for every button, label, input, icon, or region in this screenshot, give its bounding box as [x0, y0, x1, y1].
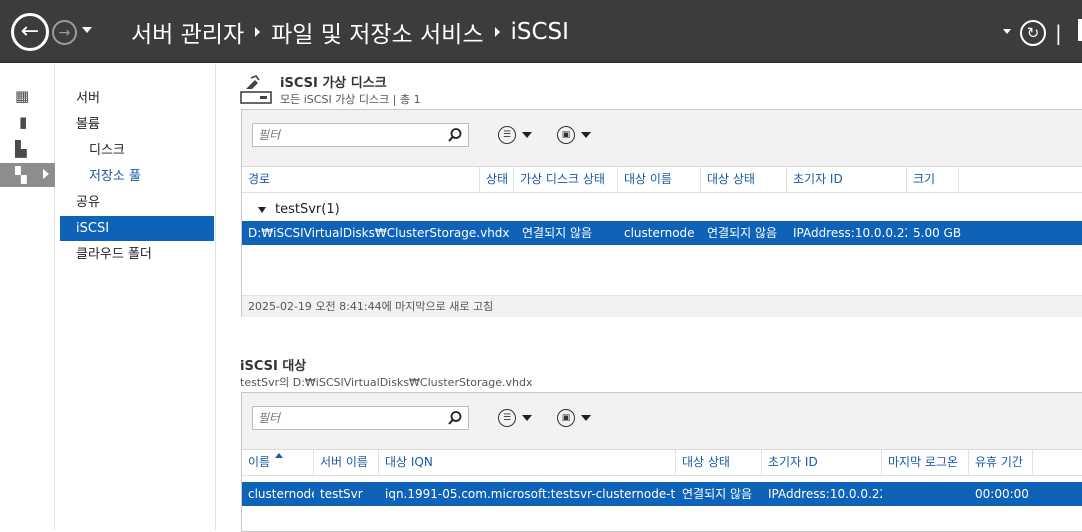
virtual-disks-filter-input[interactable] — [253, 124, 443, 146]
targets-save-button[interactable]: ▣ — [557, 406, 601, 430]
search-icon[interactable] — [447, 410, 463, 426]
title-bar: ← → 서버 관리자 파일 및 저장소 서비스 iSCSI ↻ | — [0, 0, 1082, 63]
column-target-iqn[interactable]: 대상 IQN — [379, 450, 676, 476]
column-idle-duration[interactable]: 유휴 기간 — [969, 450, 1033, 476]
breadcrumb-dropdown-icon[interactable] — [1003, 29, 1011, 34]
column-last-logon[interactable]: 마지막 로그온 — [882, 450, 969, 476]
breadcrumb-separator-icon — [255, 27, 261, 37]
group-header-testsvr[interactable]: testSvr(1) — [242, 199, 340, 221]
save-query-icon: ▣ — [557, 409, 575, 427]
refresh-timestamp: 2025-02-19 오전 8:41:44에 마지막으로 새로 고침 — [242, 295, 1082, 317]
targets-title: iSCSI 대상 — [240, 359, 307, 374]
virtual-disks-subtitle: 모든 iSCSI 가상 디스크 | 총 1 — [280, 93, 421, 106]
targets-subtitle: testSvr의 D:₩iSCSIVirtualDisks₩ClusterSto… — [240, 376, 533, 389]
nav-item-disks[interactable]: 디스크 — [60, 138, 214, 163]
dropdown-arrow-icon — [522, 132, 532, 138]
main-content: iSCSI 가상 디스크 모든 iSCSI 가상 디스크 | 총 1 ☰ ▣ 경… — [217, 64, 1082, 532]
search-icon[interactable] — [447, 127, 463, 143]
forward-button[interactable]: → — [52, 20, 77, 45]
refresh-icon: ↻ — [1026, 24, 1040, 42]
virtual-disks-header: 경로 상태 가상 디스크 상태 대상 이름 대상 상태 초기자 ID 크기 — [242, 167, 1082, 193]
sort-ascending-icon — [275, 453, 283, 458]
list-options-icon: ☰ — [498, 409, 516, 427]
table-row[interactable]: clusternode testSvr iqn.1991-05.com.micr… — [242, 482, 1082, 506]
breadcrumb: 서버 관리자 파일 및 저장소 서비스 iSCSI — [131, 15, 569, 49]
column-path[interactable]: 경로 — [242, 167, 480, 193]
targets-toolbar: ☰ ▣ — [242, 393, 1082, 450]
refresh-button[interactable]: ↻ — [1020, 20, 1046, 46]
nav-item-iscsi[interactable]: iSCSI — [60, 216, 214, 241]
sidebar-file-storage[interactable]: ▚ — [0, 163, 55, 187]
arrow-right-icon: → — [58, 24, 71, 41]
targets-header: 이름 서버 이름 대상 IQN 대상 상태 초기자 ID 마지막 로그온 유휴 … — [242, 450, 1082, 476]
all-servers-icon: ▙ — [15, 139, 27, 158]
table-row[interactable]: D:₩iSCSIVirtualDisks₩ClusterStorage.vhdx… — [242, 221, 1082, 245]
nav-item-shares[interactable]: 공유 — [60, 190, 214, 215]
cell-size: 5.00 GB — [913, 226, 962, 240]
dropdown-arrow-icon — [581, 415, 591, 421]
column-size[interactable]: 크기 — [907, 167, 959, 193]
virtual-disks-toolbar: ☰ ▣ — [242, 110, 1082, 167]
cell-initiator-id: IPAddress:10.0.0.220 — [793, 226, 907, 240]
dashboard-icon: ▦ — [15, 86, 30, 105]
cell-target-iqn: iqn.1991-05.com.microsoft:testsvr-cluste… — [385, 487, 676, 501]
cell-name: clusternode — [248, 487, 314, 501]
sidebar-all-servers[interactable]: ▙ — [0, 137, 55, 161]
notification-flag-icon[interactable] — [1078, 19, 1082, 41]
arrow-left-icon: ← — [20, 19, 40, 44]
back-button[interactable]: ← — [11, 13, 49, 51]
toolbar-separator: | — [1055, 21, 1062, 45]
virtual-disks-save-button[interactable]: ▣ — [557, 123, 601, 147]
virtual-disks-query-button[interactable]: ☰ — [498, 123, 542, 147]
cell-server-name: testSvr — [320, 487, 363, 501]
targets-panel: ☰ ▣ 이름 서버 이름 대상 IQN 대상 상태 초기자 ID 마지막 로그온… — [241, 392, 1082, 532]
icon-sidebar: ▦ ▮ ▙ ▚ — [0, 64, 55, 530]
cell-target-status: 연결되지 않음 — [682, 487, 753, 501]
targets-filter-input[interactable] — [253, 407, 443, 429]
column-target-status[interactable]: 대상 상태 — [701, 167, 787, 193]
column-status[interactable]: 상태 — [480, 167, 514, 193]
nav-item-volumes[interactable]: 볼륨 — [60, 112, 214, 137]
virtual-disks-panel: ☰ ▣ 경로 상태 가상 디스크 상태 대상 이름 대상 상태 초기자 ID 크… — [241, 109, 1082, 317]
cell-last-logon — [882, 482, 969, 506]
nav-item-storage-pools[interactable]: 저장소 풀 — [60, 164, 214, 189]
sidebar-dashboard[interactable]: ▦ — [0, 84, 55, 108]
cell-initiator-id: IPAddress:10.0.0.220 — [768, 487, 882, 501]
breadcrumb-server-manager[interactable]: 서버 관리자 — [131, 15, 244, 49]
column-server-name[interactable]: 서버 이름 — [314, 450, 379, 476]
nav-pane: 서버 볼륨 디스크 저장소 풀 공유 iSCSI 클라우드 폴더 — [60, 64, 216, 530]
column-name-label: 이름 — [248, 455, 271, 469]
dropdown-arrow-icon — [522, 415, 532, 421]
dropdown-arrow-icon — [581, 132, 591, 138]
column-initiator-id[interactable]: 초기자 ID — [787, 167, 907, 193]
virtual-disks-title: iSCSI 가상 디스크 — [280, 76, 387, 91]
column-vdisk-status[interactable]: 가상 디스크 상태 — [514, 167, 618, 193]
breadcrumb-iscsi[interactable]: iSCSI — [511, 19, 569, 45]
cell-path: D:₩iSCSIVirtualDisks₩ClusterStorage.vhdx — [248, 226, 510, 240]
history-dropdown-icon[interactable] — [82, 27, 92, 33]
collapse-arrow-icon — [258, 206, 266, 213]
cell-target-status: 연결되지 않음 — [707, 226, 778, 240]
cell-target-name: clusternode — [624, 226, 695, 240]
virtual-disks-filter-box — [252, 123, 469, 147]
file-storage-services-icon: ▚ — [15, 165, 27, 184]
virtual-disk-icon — [240, 75, 272, 104]
nav-item-servers[interactable]: 서버 — [60, 86, 214, 111]
targets-filter-box — [252, 406, 469, 430]
expand-arrow-icon — [43, 169, 49, 179]
column-initiator-id[interactable]: 초기자 ID — [762, 450, 882, 476]
nav-item-work-folders[interactable]: 클라우드 폴더 — [60, 242, 214, 267]
breadcrumb-file-storage[interactable]: 파일 및 저장소 서비스 — [271, 15, 483, 49]
sidebar-local-server[interactable]: ▮ — [0, 110, 55, 134]
local-server-icon: ▮ — [19, 112, 28, 131]
targets-query-button[interactable]: ☰ — [498, 406, 542, 430]
list-options-icon: ☰ — [498, 126, 516, 144]
breadcrumb-separator-icon — [494, 27, 500, 37]
save-query-icon: ▣ — [557, 126, 575, 144]
cell-idle-duration: 00:00:00 — [975, 487, 1029, 501]
column-target-status[interactable]: 대상 상태 — [676, 450, 762, 476]
column-target-name[interactable]: 대상 이름 — [618, 167, 701, 193]
cell-vdisk-status: 연결되지 않음 — [522, 226, 593, 240]
group-label: testSvr(1) — [275, 202, 340, 217]
